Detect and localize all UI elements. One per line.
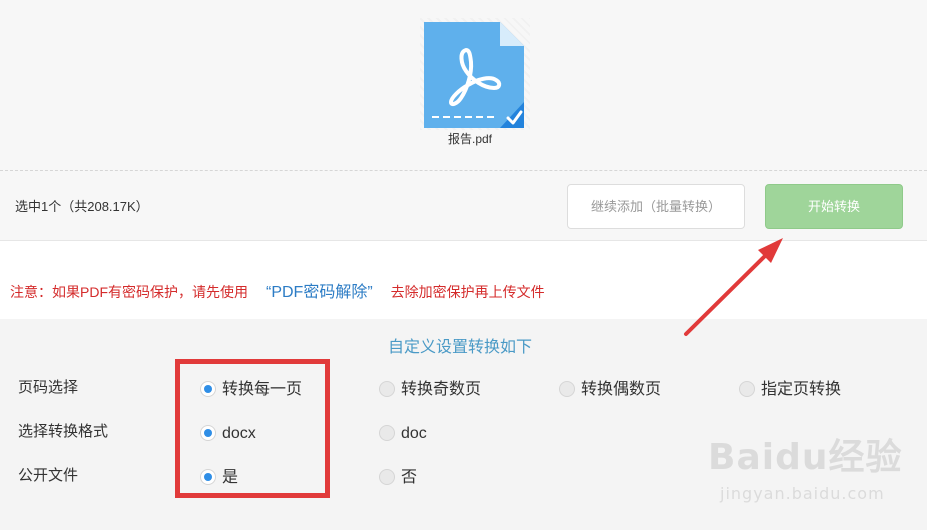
- radio-label: docx: [222, 425, 256, 442]
- conversion-settings-panel: 自定义设置转换如下 页码选择 转换每一页 转换奇数页 转换偶数页 指定页转换 选…: [0, 319, 927, 530]
- radio-label: 是: [222, 469, 239, 486]
- radio-format-docx[interactable]: docx: [200, 423, 256, 445]
- radio-label: 转换每一页: [222, 381, 303, 398]
- page-selection-label: 页码选择: [18, 379, 79, 396]
- radio-specified-pages[interactable]: 指定页转换: [739, 379, 841, 401]
- password-notice: 注意：如果PDF有密码保护，请先使用 “PDF密码解除” 去除加密保护再上传文件: [10, 281, 545, 304]
- file-card[interactable]: 报告.pdf: [420, 18, 530, 150]
- pdf-password-remove-link[interactable]: “PDF密码解除”: [266, 284, 373, 301]
- radio-convert-odd-pages[interactable]: 转换奇数页: [379, 379, 481, 401]
- radio-label: 转换偶数页: [581, 381, 662, 398]
- file-name: 报告.pdf: [447, 132, 493, 146]
- radio-public-no[interactable]: 否: [379, 467, 417, 489]
- pdf-to-word-converter-page: 报告.pdf 选中1个（共208.17K） 继续添加（批量转换） 开始转换 注意…: [0, 0, 927, 530]
- radio-checked-icon[interactable]: [200, 425, 216, 441]
- pdf-file-icon: [424, 22, 524, 128]
- radio-checked-icon[interactable]: [200, 381, 216, 397]
- radio-convert-every-page[interactable]: 转换每一页: [200, 379, 302, 401]
- add-more-button[interactable]: 继续添加（批量转换）: [567, 184, 745, 229]
- radio-unchecked-icon[interactable]: [739, 381, 755, 397]
- radio-label: 否: [401, 469, 418, 486]
- radio-checked-icon[interactable]: [200, 469, 216, 485]
- radio-unchecked-icon[interactable]: [379, 469, 395, 485]
- file-thumbnail: [420, 18, 530, 130]
- radio-format-doc[interactable]: doc: [379, 423, 427, 445]
- notice-prefix: 注意：如果PDF有密码保护，请先使用: [10, 284, 248, 300]
- radio-unchecked-icon[interactable]: [379, 381, 395, 397]
- public-file-label: 公开文件: [18, 467, 79, 484]
- password-notice-area: 注意：如果PDF有密码保护，请先使用 “PDF密码解除” 去除加密保护再上传文件: [0, 241, 927, 319]
- selection-toolbar: 选中1个（共208.17K） 继续添加（批量转换） 开始转换: [0, 171, 927, 241]
- start-conversion-button[interactable]: 开始转换: [765, 184, 903, 229]
- selection-summary: 选中1个（共208.17K）: [15, 199, 149, 214]
- radio-unchecked-icon[interactable]: [559, 381, 575, 397]
- notice-suffix: 去除加密保护再上传文件: [390, 284, 545, 300]
- radio-label: doc: [401, 425, 427, 442]
- output-format-label: 选择转换格式: [18, 423, 109, 440]
- radio-label: 转换奇数页: [401, 381, 482, 398]
- radio-label: 指定页转换: [761, 381, 842, 398]
- radio-unchecked-icon[interactable]: [379, 425, 395, 441]
- radio-convert-even-pages[interactable]: 转换偶数页: [559, 379, 661, 401]
- radio-public-yes[interactable]: 是: [200, 467, 238, 489]
- settings-title: 自定义设置转换如下: [388, 339, 533, 356]
